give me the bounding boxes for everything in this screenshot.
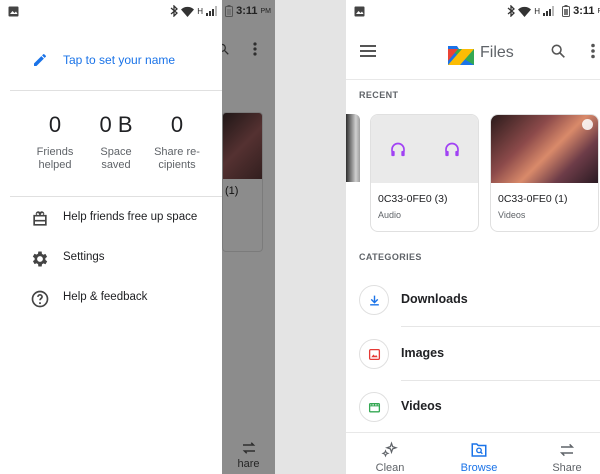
- recent-card-peek[interactable]: [346, 114, 360, 232]
- category-videos[interactable]: Videos: [346, 381, 600, 434]
- menu-item-label: Help & feedback: [63, 291, 148, 303]
- gift-icon: [33, 211, 47, 226]
- stat-value: 0: [48, 112, 62, 137]
- headphones-icon: [391, 142, 405, 157]
- files-logo-icon: [448, 46, 474, 65]
- help-icon: [31, 290, 49, 308]
- status-bar-right: H 3:11 PM: [507, 5, 600, 17]
- menu-item-help-friends[interactable]: Help friends free up space: [0, 198, 222, 238]
- category-label: Videos: [401, 399, 442, 413]
- recent-card-peek-thumbnail: [346, 114, 360, 182]
- nav-label: Browse: [460, 462, 498, 474]
- bottom-navigation: Clean Browse Share: [346, 432, 600, 474]
- nav-label: Clean: [375, 462, 405, 474]
- category-icon-circle: [359, 392, 389, 422]
- browse-icon: [471, 443, 487, 457]
- stat-friends-helped: 0 Friends helped: [22, 110, 88, 172]
- category-downloads[interactable]: Downloads: [346, 274, 600, 327]
- recent-header: RECENT: [359, 90, 399, 100]
- wifi-icon: [518, 6, 532, 17]
- gallery-notification-icon: [354, 6, 365, 20]
- video-icon: [368, 402, 380, 412]
- download-icon: [369, 295, 379, 306]
- stats-section: 0 Friends helped 0 B Space saved 0 Share…: [0, 110, 222, 190]
- nav-clean[interactable]: Clean: [355, 433, 425, 474]
- recent-card-video[interactable]: 0C33-0FE0 (1) Videos: [490, 114, 599, 232]
- clock-time: 3:11: [573, 5, 595, 17]
- status-bar: H 3:11 PM: [346, 0, 600, 24]
- recent-card-name: 0C33-0FE0 (1): [498, 193, 568, 205]
- image-icon: [368, 348, 380, 360]
- headphones-icon: [445, 142, 459, 157]
- nav-browse[interactable]: Browse: [444, 433, 514, 474]
- menu-item-label: Help friends free up space: [63, 211, 198, 223]
- bluetooth-icon: [507, 5, 516, 17]
- screenshot-stage: (1) hare Tap to set your name 0 Friends …: [0, 0, 600, 474]
- search-icon[interactable]: [550, 43, 566, 59]
- screens-gap: [275, 0, 346, 474]
- stat-share-recipients: 0 Share re- cipients: [144, 110, 210, 172]
- left-phone-screen: (1) hare Tap to set your name 0 Friends …: [0, 0, 275, 474]
- nav-share[interactable]: Share: [532, 433, 600, 474]
- drawer-divider-top: [10, 90, 222, 91]
- categories-header: CATEGORIES: [359, 252, 422, 262]
- stat-value: 0 B: [99, 112, 133, 137]
- category-label: Downloads: [401, 292, 468, 306]
- menu-item-label: Settings: [63, 251, 105, 263]
- video-thumbnail: [491, 115, 598, 183]
- set-name-link[interactable]: Tap to set your name: [63, 53, 175, 67]
- stat-value: 0: [170, 112, 184, 137]
- navigation-drawer: Tap to set your name 0 Friends helped 0 …: [0, 0, 222, 474]
- category-icon-circle: [359, 285, 389, 315]
- edit-pencil-icon: [34, 53, 46, 66]
- nav-label: Share: [552, 462, 582, 474]
- recent-card-name: 0C33-0FE0 (3): [378, 193, 448, 205]
- stat-space-saved: 0 B Space saved: [83, 110, 149, 172]
- recent-card-audio[interactable]: 0C33-0FE0 (3) Audio: [370, 114, 479, 232]
- right-phone-screen: H 3:11 PM Files RECENT: [346, 0, 600, 474]
- more-vert-icon[interactable]: [590, 43, 596, 59]
- gear-icon: [32, 251, 48, 267]
- sparkle-icon: [381, 441, 398, 458]
- recent-card-type: Videos: [498, 210, 526, 220]
- network-type: H: [534, 6, 541, 16]
- recent-files-carousel[interactable]: 0C33-0FE0 (3) Audio 0C33-0FE0 (1) Videos: [346, 114, 600, 232]
- drawer-divider-middle: [10, 196, 222, 197]
- share-arrows-icon: [559, 443, 575, 457]
- gallery-notification-icon: [8, 6, 19, 20]
- stat-label-line2: helped: [38, 159, 72, 171]
- status-bar: [0, 0, 222, 24]
- battery-icon: [562, 5, 571, 17]
- set-name-row[interactable]: Tap to set your name: [0, 40, 222, 80]
- app-title: Files: [480, 44, 514, 61]
- signal-icon: [543, 6, 555, 16]
- category-images[interactable]: Images: [346, 328, 600, 381]
- category-icon-circle: [359, 339, 389, 369]
- play-icon: [582, 119, 593, 130]
- hamburger-menu-icon[interactable]: [360, 45, 376, 57]
- stat-label-line1: Space: [100, 146, 132, 158]
- category-divider: [401, 326, 600, 327]
- stat-label-line1: Friends: [36, 146, 74, 158]
- stat-label-line2: saved: [101, 159, 131, 171]
- stat-label-line1: Share re-: [154, 146, 200, 158]
- stat-label-line2: cipients: [158, 159, 196, 171]
- category-label: Images: [401, 346, 445, 360]
- audio-thumbnail: [371, 115, 478, 183]
- recent-card-type: Audio: [378, 210, 402, 220]
- menu-item-settings[interactable]: Settings: [0, 238, 222, 278]
- menu-item-help-feedback[interactable]: Help & feedback: [0, 278, 222, 318]
- app-toolbar: Files: [346, 28, 600, 80]
